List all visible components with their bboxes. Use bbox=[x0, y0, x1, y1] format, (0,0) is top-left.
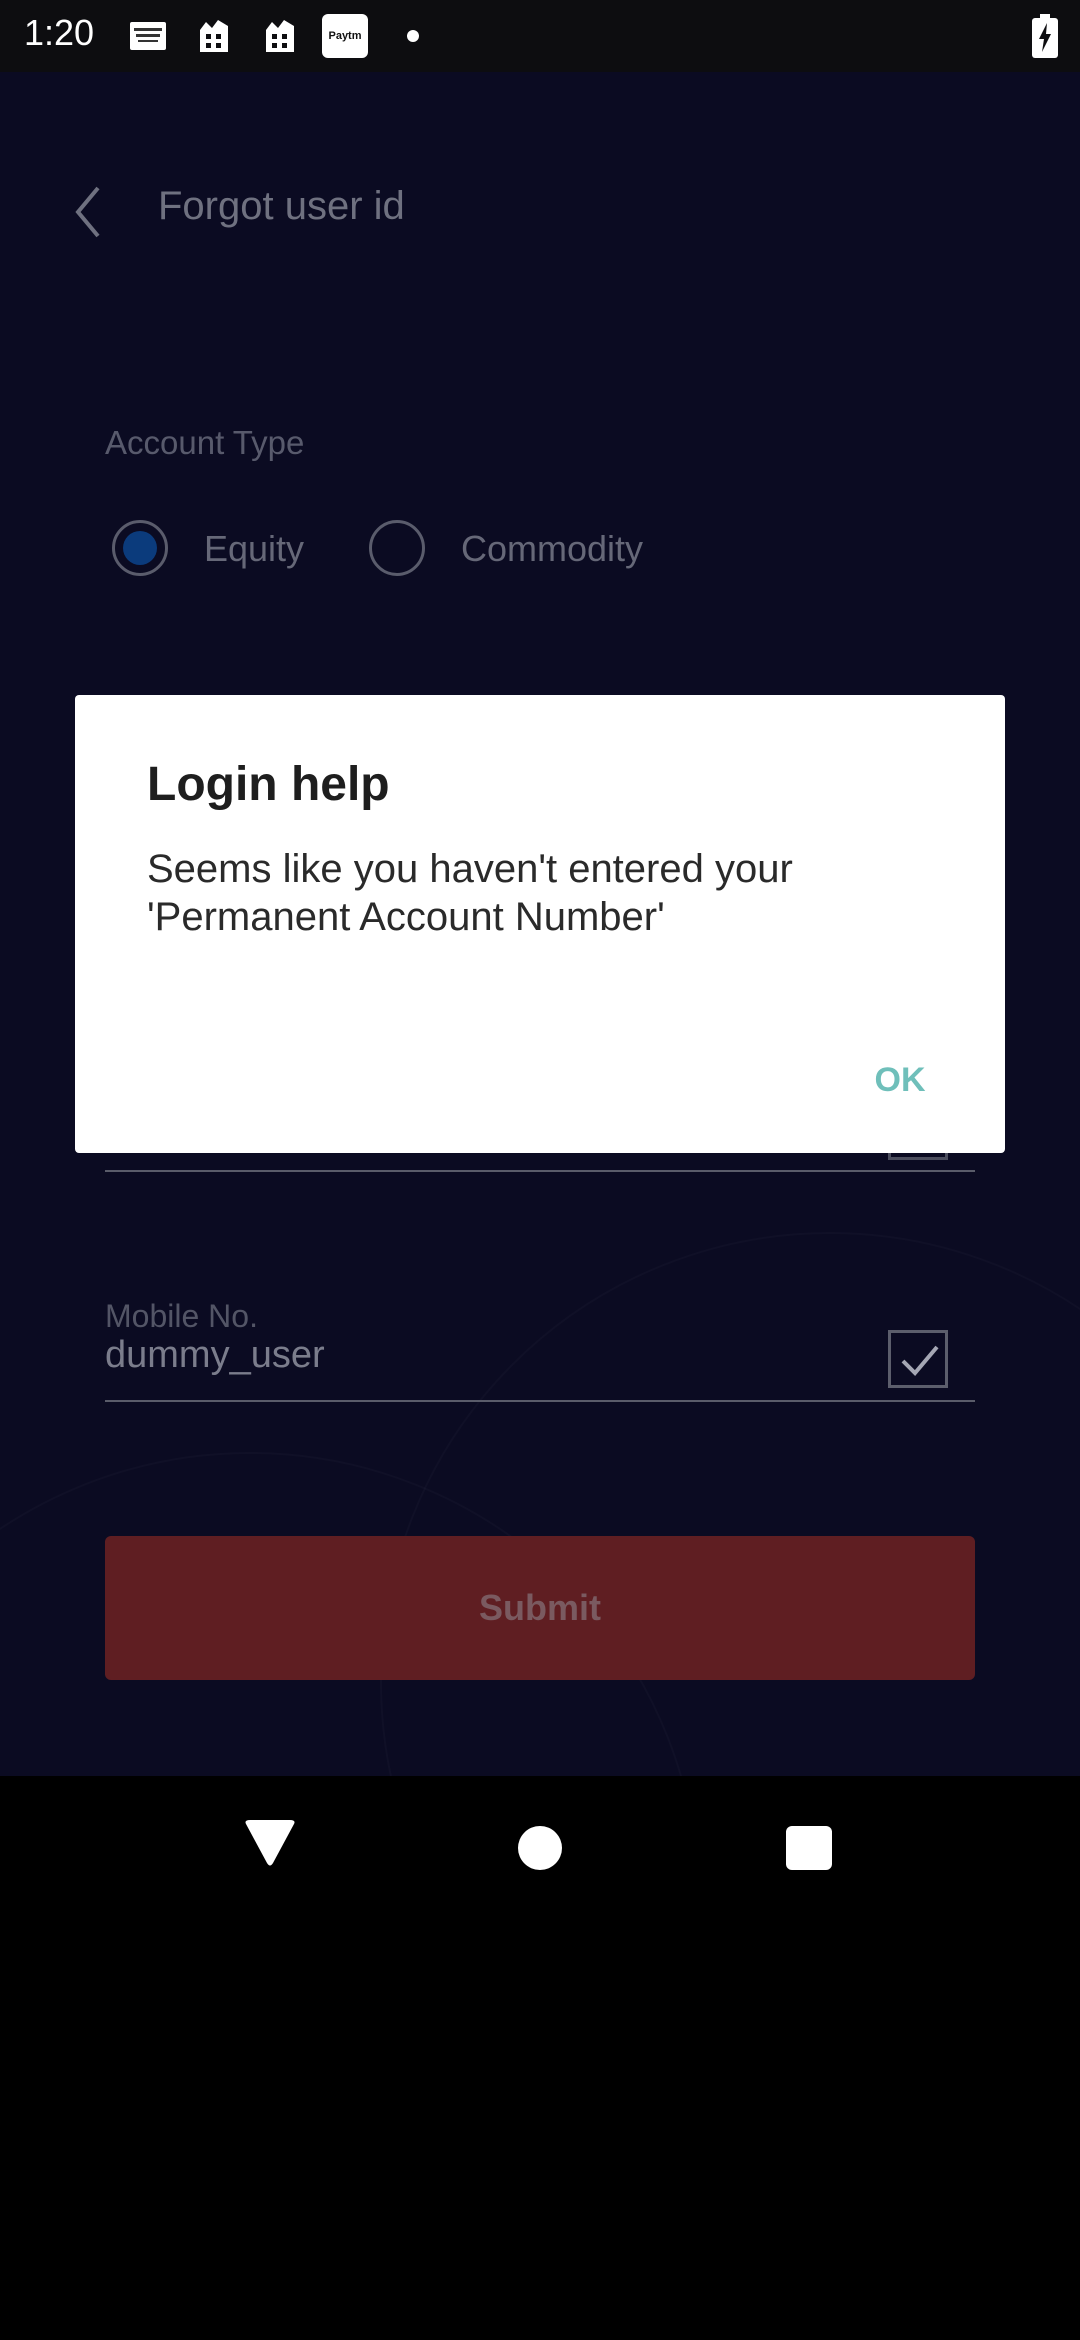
submit-button[interactable]: Submit bbox=[105, 1536, 975, 1680]
dialog-message: Seems like you haven't entered your 'Per… bbox=[147, 847, 793, 939]
farm-bureau-icon bbox=[130, 22, 166, 50]
account-type-label: Account Type bbox=[105, 424, 305, 461]
check-icon bbox=[901, 1345, 939, 1376]
ok-button[interactable]: OK bbox=[835, 1045, 965, 1115]
radio-selected-dot bbox=[123, 531, 157, 565]
pan-field-underline bbox=[105, 1170, 975, 1172]
navigation-bar bbox=[0, 1776, 1080, 1920]
battery-charging-icon bbox=[1032, 14, 1058, 58]
mobile-field-underline bbox=[105, 1400, 975, 1402]
status-bar: 1:20 Paytm bbox=[0, 0, 1080, 72]
app-icon bbox=[200, 20, 228, 52]
mobile-field-label: Mobile No. bbox=[105, 1298, 258, 1334]
app-icon bbox=[266, 20, 294, 52]
home-circle-icon[interactable] bbox=[518, 1826, 562, 1870]
mobile-field[interactable]: dummy_user bbox=[105, 1334, 325, 1377]
screen-bottom bbox=[0, 1920, 1080, 2340]
mobile-checkbox[interactable] bbox=[888, 1330, 948, 1388]
dot-icon bbox=[407, 30, 419, 42]
back-triangle-icon[interactable] bbox=[244, 1820, 296, 1866]
status-time: 1:20 bbox=[24, 12, 95, 53]
radio-equity[interactable] bbox=[112, 520, 168, 576]
chevron-left-icon[interactable] bbox=[68, 182, 108, 242]
recents-square-icon[interactable] bbox=[786, 1826, 832, 1870]
dialog-title: Login help bbox=[147, 758, 390, 811]
paytm-icon: Paytm bbox=[322, 14, 368, 58]
radio-equity-label[interactable]: Equity bbox=[204, 528, 304, 570]
screen: 1:20 Paytm Forgot user id Account Type E… bbox=[0, 0, 1080, 2340]
login-help-dialog: Login help Seems like you haven't entere… bbox=[75, 695, 1005, 1153]
page-title: Forgot user id bbox=[158, 184, 405, 228]
radio-commodity-label[interactable]: Commodity bbox=[461, 528, 643, 570]
radio-commodity[interactable] bbox=[369, 520, 425, 576]
